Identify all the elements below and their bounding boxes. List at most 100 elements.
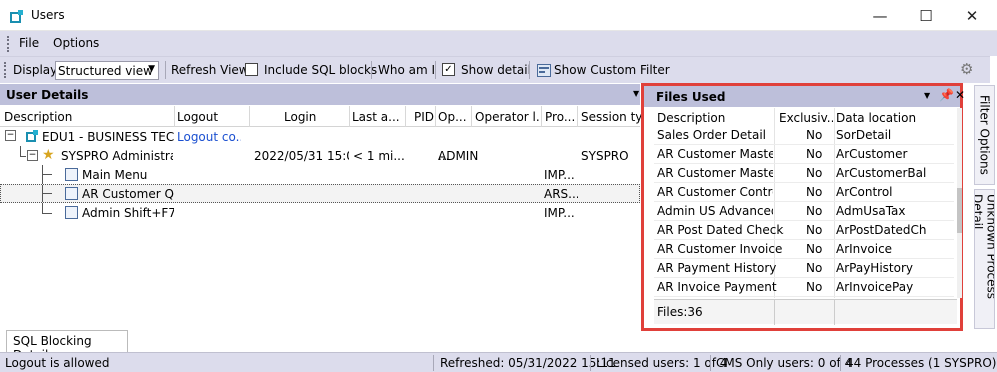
toolbar-separator: [371, 61, 372, 79]
file-location: ArInvoicePay: [836, 280, 914, 294]
file-exclusive: No: [806, 128, 823, 142]
table-row[interactable]: − EDU1 - BUSINESS TECH... Logout co...: [0, 127, 640, 146]
files-used-panel: Files Used ▼ 📌 ✕ Description Exclusiv...…: [641, 83, 965, 331]
user-details-title: User Details: [6, 88, 89, 102]
unknown-process-tab[interactable]: Unknown Process Detail: [974, 189, 995, 329]
file-exclusive: No: [806, 166, 823, 180]
menu-bar: File Options: [0, 31, 997, 56]
status-divider: [710, 355, 711, 371]
show-detail-checkbox[interactable]: ✓: [442, 63, 455, 76]
list-item[interactable]: AR Customer Control No ArControl: [654, 183, 954, 202]
chevron-down-icon: ▼: [148, 64, 155, 74]
col-program[interactable]: Pro...: [545, 110, 577, 124]
file-description: AR Post Dated Checks: [657, 223, 784, 237]
refresh-view-button[interactable]: Refresh View: [171, 63, 249, 77]
list-item[interactable]: AR Post Dated Checks No ArPostDatedCh: [654, 221, 954, 240]
col-session-type[interactable]: Session type: [581, 110, 641, 124]
show-custom-filter-button[interactable]: Show Custom Filter: [554, 63, 670, 77]
collapse-icon[interactable]: −: [5, 130, 16, 141]
list-item[interactable]: AR Customer Master ... No ArCustomerBal: [654, 164, 954, 183]
display-select[interactable]: Structured view ▼: [55, 61, 159, 80]
file-location: ArPayHistory: [836, 261, 913, 275]
pin-icon[interactable]: 📌: [939, 88, 954, 102]
col-description[interactable]: Description: [4, 110, 172, 124]
row-description: SYSPRO Administrator: [61, 149, 173, 163]
file-exclusive: No: [806, 280, 823, 294]
list-item[interactable]: AR Payment History No ArPayHistory: [654, 259, 954, 278]
file-description: AR Customer Invoice: [657, 242, 783, 256]
row-session-type: SYSPRO: [581, 149, 629, 163]
menu-options[interactable]: Options: [53, 36, 99, 50]
list-item[interactable]: Sales Order Detail No SorDetail: [654, 126, 954, 145]
fp-col-location[interactable]: Data location: [836, 111, 946, 125]
list-item[interactable]: AR Customer Master No ArCustomer: [654, 145, 954, 164]
gear-icon[interactable]: ⚙: [960, 60, 973, 78]
file-location: SorDetail: [836, 128, 892, 142]
row-program: IMP...: [544, 168, 575, 182]
company-icon: [26, 130, 38, 142]
files-used-header: Files Used ▼ 📌 ✕: [644, 86, 965, 107]
close-icon[interactable]: ✕: [955, 88, 965, 102]
panel-menu-icon[interactable]: ▼: [924, 91, 930, 100]
col-login[interactable]: Login: [284, 110, 334, 124]
tree-line: [20, 156, 26, 157]
col-divider: [349, 106, 350, 127]
list-item[interactable]: AR Customer Invoice No ArInvoice: [654, 240, 954, 259]
scrollbar-thumb[interactable]: [957, 188, 962, 233]
list-item[interactable]: AR Invoice Payments... No ArInvoicePay: [654, 278, 954, 297]
menu-file[interactable]: File: [19, 36, 39, 50]
col-operator[interactable]: Operator l...: [475, 110, 539, 124]
col-divider: [405, 106, 406, 127]
row-operator-text: ADMIN: [438, 149, 479, 163]
row-description: Main Menu: [82, 168, 148, 182]
file-description: Admin US Advanced ...: [657, 204, 773, 218]
window-title: Users: [31, 8, 65, 22]
tree-line: [42, 174, 52, 175]
files-scrollbar[interactable]: [957, 108, 962, 298]
col-pid[interactable]: PID: [414, 110, 436, 124]
file-location: ArCustomerBal: [836, 166, 927, 180]
sql-blocking-tab[interactable]: SQL Blocking Details: [6, 330, 128, 362]
maximize-button[interactable]: ☐: [903, 0, 949, 31]
who-am-i-button[interactable]: Who am I: [378, 63, 435, 77]
files-count: Files:36: [657, 305, 703, 319]
file-description: AR Payment History: [657, 261, 777, 275]
col-divider: [174, 106, 175, 127]
col-op[interactable]: Op...: [438, 110, 468, 124]
list-item[interactable]: Admin US Advanced ... No AdmUsaTax: [654, 202, 954, 221]
program-icon: [65, 187, 78, 200]
status-cms: CMS Only users: 0 of 4: [716, 356, 853, 370]
table-row[interactable]: AR Customer Q... ARS...: [0, 184, 640, 203]
include-sql-label[interactable]: Include SQL blocks: [264, 63, 377, 77]
file-location: ArInvoice: [836, 242, 893, 256]
close-button[interactable]: ✕: [949, 0, 995, 31]
file-description: AR Customer Master ...: [657, 166, 773, 180]
file-location: AdmUsaTax: [836, 204, 906, 218]
include-sql-checkbox[interactable]: [245, 63, 258, 76]
filter-options-tab[interactable]: Filter Options: [974, 85, 995, 185]
col-logout[interactable]: Logout: [177, 110, 237, 124]
minimize-button[interactable]: —: [857, 0, 903, 31]
collapse-icon[interactable]: −: [27, 150, 38, 161]
file-exclusive: No: [806, 204, 823, 218]
file-exclusive: No: [806, 223, 823, 237]
fp-col-description[interactable]: Description: [657, 111, 772, 125]
table-row[interactable]: Main Menu IMP...: [0, 165, 640, 184]
file-description: Sales Order Detail: [657, 128, 767, 142]
tree-line: [20, 146, 21, 156]
toolbar-separator: [165, 61, 166, 79]
table-row[interactable]: − ★ SYSPRO Administrator 2022/05/31 15:0…: [0, 146, 640, 165]
row-login: 2022/05/31 15:09: [254, 149, 349, 163]
show-detail-label[interactable]: Show detail: [461, 63, 531, 77]
table-row[interactable]: Admin Shift+F7 ... IMP...: [0, 203, 640, 222]
col-last-activity[interactable]: Last a...: [352, 110, 402, 124]
status-divider: [590, 355, 591, 371]
logout-link[interactable]: Logout co...: [177, 130, 241, 144]
app-icon: [10, 10, 23, 23]
fp-col-exclusive[interactable]: Exclusiv...: [779, 111, 833, 125]
col-divider: [471, 106, 472, 127]
row-program: ARS...: [544, 187, 578, 201]
file-exclusive: No: [806, 147, 823, 161]
row-last-activity: < 1 mi...: [353, 149, 405, 163]
panel-menu-icon[interactable]: ▼: [633, 89, 639, 98]
